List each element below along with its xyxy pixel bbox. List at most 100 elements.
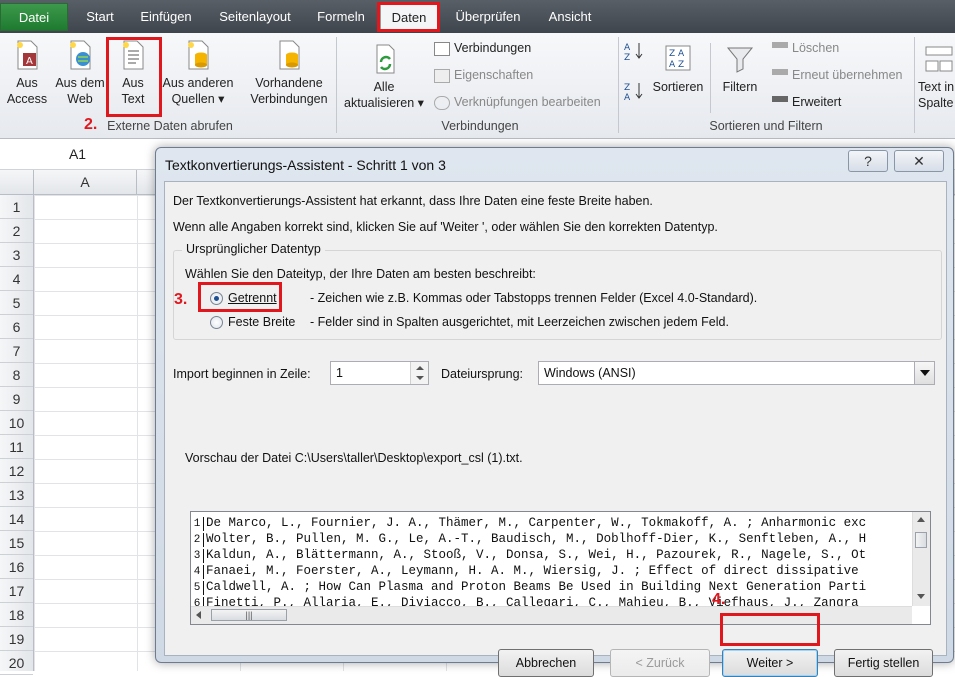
vertical-scrollbar[interactable] xyxy=(912,512,930,606)
highlight-daten-tab xyxy=(377,2,440,32)
step-marker-2: 2. xyxy=(84,116,98,133)
sort-za-icon: ZA xyxy=(624,83,643,103)
preview-line-number: 4 xyxy=(191,565,204,579)
start-row-stepper[interactable]: 1 xyxy=(330,361,429,385)
text-to-columns-button[interactable]: Text in Spalte xyxy=(918,43,955,111)
dialog-title: Textkonvertierungs-Assistent - Schritt 1… xyxy=(165,157,446,173)
tab-ansicht[interactable]: Ansicht xyxy=(540,4,600,30)
text-to-columns-icon xyxy=(925,46,953,72)
group-title: Ursprünglicher Datentyp xyxy=(182,242,325,256)
group-separator xyxy=(336,37,337,133)
from-access-button[interactable]: A Aus Access xyxy=(2,39,52,107)
existing-connections-button[interactable]: Vorhandene Verbindungen xyxy=(244,39,334,107)
preview-lines: 1 De Marco, L., Fournier, J. A., Thämer, … xyxy=(191,515,911,611)
name-box[interactable]: A1 xyxy=(0,142,155,166)
clear-filter-button[interactable]: Löschen xyxy=(772,37,839,59)
tab-seitenlayout[interactable]: Seitenlayout xyxy=(210,4,300,30)
row-header[interactable]: 18 xyxy=(0,603,33,627)
tab-formeln[interactable]: Formeln xyxy=(310,4,372,30)
row-header[interactable]: 19 xyxy=(0,627,33,651)
step-marker-3: 3. xyxy=(174,291,188,308)
file-preview[interactable]: 1 De Marco, L., Fournier, J. A., Thämer, … xyxy=(190,511,931,625)
row-header[interactable]: 6 xyxy=(0,315,33,339)
group-separator xyxy=(914,37,915,133)
tab-ueberpruefen[interactable]: Überprüfen xyxy=(448,4,528,30)
select-all-corner[interactable] xyxy=(0,170,34,194)
filter-button[interactable]: Filtern xyxy=(716,43,764,95)
row-header[interactable]: 7 xyxy=(0,339,33,363)
row-header[interactable]: 14 xyxy=(0,507,33,531)
row-header[interactable]: 3 xyxy=(0,243,33,267)
tab-datei[interactable]: Datei xyxy=(0,3,68,31)
svg-text:A Z: A Z xyxy=(669,60,684,70)
spin-up-icon[interactable] xyxy=(416,366,424,370)
column-header-a[interactable]: A xyxy=(34,170,137,194)
radio-fixed-width[interactable] xyxy=(210,316,223,329)
scroll-down-icon[interactable] xyxy=(917,594,925,599)
row-header[interactable]: 17 xyxy=(0,579,33,603)
row-header[interactable]: 9 xyxy=(0,387,33,411)
chevron-down-icon[interactable] xyxy=(914,362,934,384)
tab-start[interactable]: Start xyxy=(78,4,122,30)
finish-button[interactable]: Fertig stellen xyxy=(834,649,933,677)
tab-einfuegen[interactable]: Einfügen xyxy=(132,4,200,30)
advanced-filter-icon xyxy=(772,95,788,110)
row-header[interactable]: 15 xyxy=(0,531,33,555)
preview-label: Vorschau der Datei C:\Users\taller\Deskt… xyxy=(185,451,523,465)
filter-funnel-icon xyxy=(726,47,754,73)
vertical-scroll-thumb[interactable] xyxy=(915,532,927,548)
spin-down-icon[interactable] xyxy=(416,376,424,380)
preview-line-number: 2 xyxy=(191,533,204,547)
preview-line: 3 Kaldun, A., Blättermann, A., Stooß, V.,… xyxy=(191,547,911,563)
advanced-filter-button[interactable]: Erweitert xyxy=(772,91,841,113)
reapply-filter-button[interactable]: Erneut übernehmen xyxy=(772,64,903,86)
properties-button[interactable]: Eigenschaften xyxy=(434,64,533,86)
row-headers: 1 2 3 4 5 6 7 8 9 10 11 12 13 14 15 16 17 18 19 20 xyxy=(0,195,34,675)
sort-ascending-button[interactable]: AZ xyxy=(624,41,646,65)
row-header[interactable]: 13 xyxy=(0,483,33,507)
sort-descending-button[interactable]: ZA xyxy=(624,81,646,105)
reapply-filter-icon xyxy=(772,68,788,83)
svg-text:Z: Z xyxy=(624,53,630,61)
ribbon-tab-bar: Datei Start Einfügen Seitenlayout Formel… xyxy=(0,0,955,33)
dialog-body: Der Textkonvertierungs-Assistent hat erk… xyxy=(164,181,947,677)
intro-text-2: Wenn alle Angaben korrekt sind, klicken … xyxy=(173,220,718,234)
row-header[interactable]: 4 xyxy=(0,267,33,291)
horizontal-scroll-thumb[interactable]: ||| xyxy=(211,609,287,621)
from-web-button[interactable]: Aus dem Web xyxy=(54,39,106,107)
help-button[interactable]: ? xyxy=(848,150,888,172)
row-header[interactable]: 11 xyxy=(0,435,33,459)
link-icon xyxy=(434,95,450,110)
sort-dialog-icon: Z AA Z xyxy=(665,45,691,71)
connections-button[interactable]: Verbindungen xyxy=(434,37,531,59)
row-header[interactable]: 10 xyxy=(0,411,33,435)
radio-desc-delimited: - Zeichen wie z.B. Kommas oder Tabstopps… xyxy=(310,291,758,305)
scroll-left-icon[interactable] xyxy=(196,611,201,619)
refresh-all-button[interactable]: Alle aktualisieren ▾ xyxy=(340,43,428,111)
row-header[interactable]: 20 xyxy=(0,651,33,675)
row-header[interactable]: 2 xyxy=(0,219,33,243)
spinner-arrows[interactable] xyxy=(410,362,428,384)
preview-line: 2 Wolter, B., Pullen, M. G., Le, A.-T., B… xyxy=(191,531,911,547)
cancel-button[interactable]: Abbrechen xyxy=(498,649,594,677)
scroll-up-icon[interactable] xyxy=(917,517,925,522)
row-header[interactable]: 1 xyxy=(0,195,33,219)
next-button[interactable]: Weiter > xyxy=(722,649,818,677)
file-origin-select[interactable]: Windows (ANSI) xyxy=(538,361,935,385)
preview-line-number: 5 xyxy=(191,581,204,595)
back-button[interactable]: < Zurück xyxy=(610,649,710,677)
row-header[interactable]: 5 xyxy=(0,291,33,315)
radio-label-fixed-width[interactable]: Feste Breite xyxy=(228,315,295,329)
highlight-next-button xyxy=(720,613,820,646)
group-prompt: Wählen Sie den Dateityp, der Ihre Daten … xyxy=(185,267,536,281)
sort-az-icon: AZ xyxy=(624,43,643,63)
row-header[interactable]: 12 xyxy=(0,459,33,483)
row-header[interactable]: 8 xyxy=(0,363,33,387)
edit-links-button[interactable]: Verknüpfungen bearbeiten xyxy=(434,91,601,113)
from-other-sources-button[interactable]: Aus anderen Quellen ▾ xyxy=(160,39,236,107)
svg-text:A: A xyxy=(26,56,33,67)
row-header[interactable]: 16 xyxy=(0,555,33,579)
sort-button[interactable]: Z AA Z Sortieren xyxy=(650,43,706,95)
existing-connections-icon xyxy=(279,40,300,70)
close-button[interactable]: ✕ xyxy=(894,150,944,172)
